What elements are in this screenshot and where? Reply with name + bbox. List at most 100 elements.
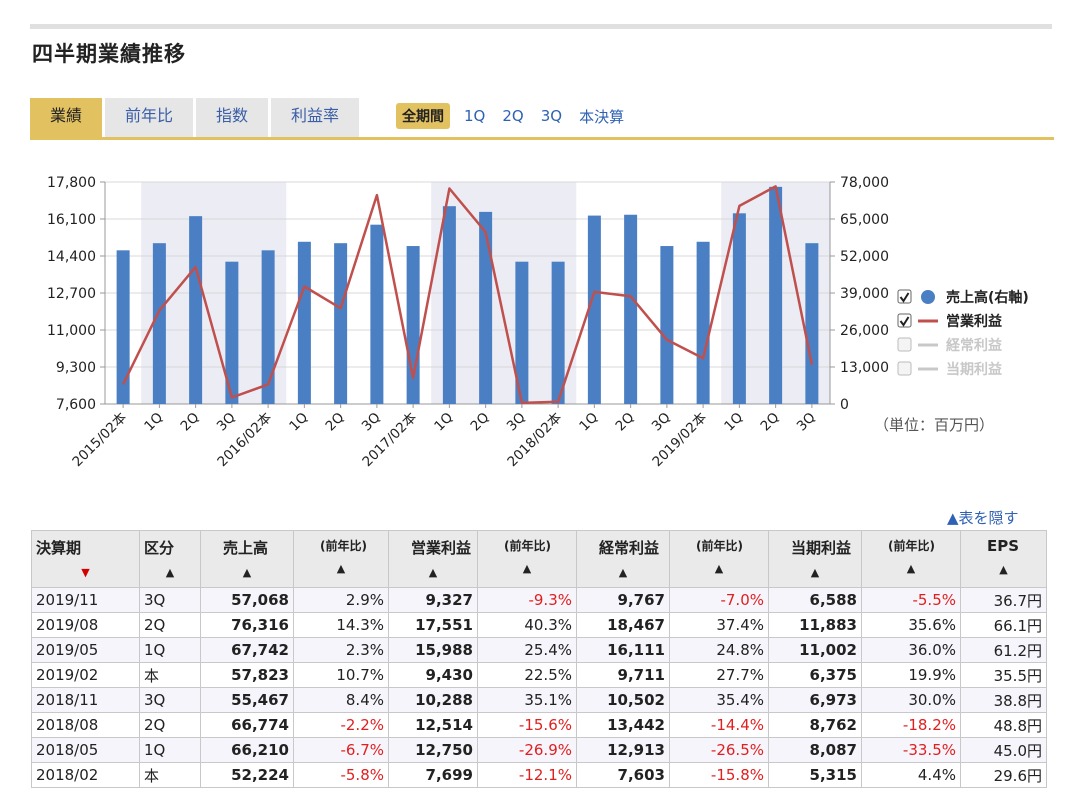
tab-margin[interactable]: 利益率 — [271, 98, 360, 137]
table-cell: -33.5% — [861, 737, 961, 763]
period-3q[interactable]: 3Q — [541, 107, 562, 125]
table-cell: 12,913 — [576, 737, 670, 763]
x-tick-label: 2Q — [178, 410, 203, 435]
table-row: 2018/08 2Q 66,774 -2.2% 12,514 -15.6% 13,442 -1… — [31, 712, 1047, 738]
column-header[interactable]: EPS ▲ — [960, 530, 1047, 588]
x-tick-label: 2Q — [758, 410, 783, 435]
column-header[interactable]: 経常利益 ▲ — [576, 530, 670, 588]
table-cell: 8,087 — [768, 737, 862, 763]
period-filter: 全期間 1Q 2Q 3Q 本決算 — [396, 103, 641, 129]
table-cell: 38.8円 — [960, 687, 1047, 713]
table-cell: 9,430 — [388, 662, 478, 688]
table-cell: 9,711 — [576, 662, 670, 688]
tab-yoy[interactable]: 前年比 — [105, 98, 194, 137]
column-header[interactable]: (前年比) ▲ — [477, 530, 577, 588]
sort-asc-icon[interactable]: ▲ — [482, 562, 572, 575]
legend-checkbox[interactable] — [897, 361, 912, 376]
right-tick-label: 26,000 — [840, 323, 889, 339]
sales-bar — [587, 215, 601, 404]
right-tick-label: 65,000 — [840, 212, 889, 228]
sales-bar — [732, 213, 746, 404]
sales-bar — [769, 186, 783, 404]
sort-asc-icon[interactable]: ▲ — [866, 562, 956, 575]
x-tick-label: 2Q — [323, 410, 348, 435]
column-header-label: 売上高 — [223, 539, 269, 557]
left-tick-label: 9,300 — [56, 360, 96, 376]
sort-asc-icon[interactable]: ▲ — [298, 562, 384, 575]
column-header[interactable]: 売上高 ▲ — [200, 530, 294, 588]
sort-asc-icon[interactable]: ▲ — [144, 566, 196, 579]
sort-asc-icon[interactable]: ▲ — [674, 562, 764, 575]
period-2q[interactable]: 2Q — [502, 107, 523, 125]
period-1q[interactable]: 1Q — [464, 107, 485, 125]
table-cell: 24.8% — [669, 637, 769, 663]
sort-asc-icon[interactable]: ▲ — [581, 566, 665, 579]
sales-bar — [551, 261, 565, 404]
table-cell: 3Q — [139, 687, 201, 713]
table-cell: 27.7% — [669, 662, 769, 688]
column-header-label: 経常利益 — [599, 539, 660, 557]
table-cell: 2.3% — [293, 637, 389, 663]
table-cell: 66.1円 — [960, 612, 1047, 638]
table-cell: -15.8% — [669, 762, 769, 788]
legend-checkbox[interactable] — [897, 337, 912, 352]
period-annual[interactable]: 本決算 — [579, 106, 624, 127]
table-body: 2019/11 3Q 57,068 2.9% 9,327 -9.3% 9,767 -7.0% 6… — [31, 587, 1047, 788]
sales-bar — [334, 243, 348, 404]
sales-bar — [406, 246, 420, 404]
sort-asc-icon[interactable]: ▲ — [773, 566, 857, 579]
table-cell: 2019/08 — [31, 612, 140, 638]
left-tick-label: 17,800 — [47, 175, 96, 191]
period-all[interactable]: 全期間 — [396, 103, 450, 129]
table-cell: -14.4% — [669, 712, 769, 738]
sales-bar — [370, 224, 384, 404]
tab-index[interactable]: 指数 — [196, 98, 269, 137]
column-header[interactable]: (前年比) ▲ — [861, 530, 961, 588]
table-cell: 35.6% — [861, 612, 961, 638]
column-header-label: (前年比) — [888, 539, 935, 553]
left-tick-label: 14,400 — [47, 249, 96, 265]
sales-bar — [116, 250, 130, 404]
table-cell: 本 — [139, 762, 201, 788]
sales-bar — [696, 241, 710, 404]
legend-label: 営業利益 — [946, 313, 1002, 330]
column-header[interactable]: 営業利益 ▲ — [388, 530, 478, 588]
sort-asc-icon[interactable]: ▲ — [205, 566, 289, 579]
table-cell: 6,973 — [768, 687, 862, 713]
hide-table-link[interactable]: ▲表を隠す — [947, 507, 1019, 528]
x-tick-label: 2Q — [613, 410, 638, 435]
column-header[interactable]: (前年比) ▲ — [669, 530, 769, 588]
table-cell: 2018/05 — [31, 737, 140, 763]
table-cell: 5,315 — [768, 762, 862, 788]
table-cell: 11,002 — [768, 637, 862, 663]
x-tick-label: 3Q — [649, 410, 674, 435]
sort-desc-icon[interactable]: ▼ — [36, 566, 135, 579]
table-cell: 29.6円 — [960, 762, 1047, 788]
table-cell: 10.7% — [293, 662, 389, 688]
table-cell: 30.0% — [861, 687, 961, 713]
x-tick-label: 1Q — [431, 410, 456, 435]
table-cell: 8,762 — [768, 712, 862, 738]
sales-bar — [660, 246, 674, 404]
legend-label: 経常利益 — [946, 337, 1002, 354]
table-cell: 57,068 — [200, 587, 294, 613]
legend-label: 売上高(右軸) — [946, 289, 1029, 306]
column-header[interactable]: 決算期 ▼ — [31, 530, 140, 588]
table-cell: 6,375 — [768, 662, 862, 688]
tab-results[interactable]: 業績 — [30, 98, 103, 137]
unit-label: （単位：百万円） — [874, 416, 994, 434]
column-header[interactable]: 区分 ▲ — [139, 530, 201, 588]
table-cell: 40.3% — [477, 612, 577, 638]
x-tick-label: 3Q — [504, 410, 529, 435]
right-tick-label: 0 — [840, 397, 849, 413]
left-tick-label: 7,600 — [56, 397, 96, 413]
legend-marker-circle — [921, 290, 935, 304]
sort-asc-icon[interactable]: ▲ — [393, 566, 473, 579]
column-header[interactable]: (前年比) ▲ — [293, 530, 389, 588]
table-cell: -7.0% — [669, 587, 769, 613]
column-header[interactable]: 当期利益 ▲ — [768, 530, 862, 588]
sort-asc-icon[interactable]: ▲ — [965, 563, 1042, 576]
table-cell: 3Q — [139, 587, 201, 613]
table-cell: -2.2% — [293, 712, 389, 738]
table-cell: 52,224 — [200, 762, 294, 788]
